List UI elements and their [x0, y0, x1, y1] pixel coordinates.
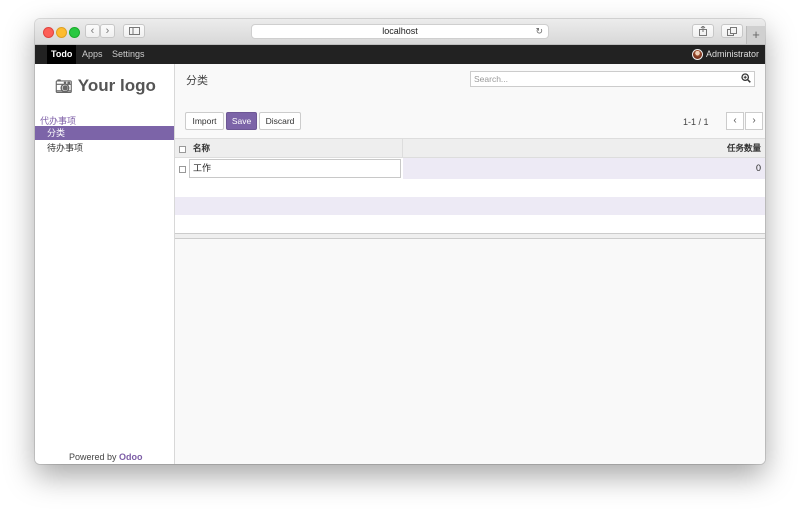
row-checkbox[interactable]: [179, 166, 186, 173]
empty-row: [175, 215, 765, 233]
user-name: Administrator: [705, 49, 759, 59]
search-input[interactable]: [471, 72, 737, 86]
pager-previous-button[interactable]: ‹: [726, 112, 744, 130]
pager-value[interactable]: 1-1 / 1: [683, 117, 709, 127]
company-logo[interactable]: 📷︎ Your logo: [55, 76, 156, 96]
url-text: localhost: [382, 26, 418, 36]
share-icon: [699, 26, 707, 36]
table-header: 名称 任务数量: [175, 138, 765, 158]
nav-item-settings[interactable]: Settings: [108, 45, 149, 64]
column-header-name[interactable]: 名称: [193, 139, 210, 159]
column-divider: [402, 139, 403, 158]
sidebar-icon: [128, 27, 140, 35]
search-box: [470, 71, 755, 87]
sidebar-item-category[interactable]: 分类: [35, 126, 174, 140]
pager-next-button[interactable]: ›: [745, 112, 763, 130]
address-bar[interactable]: localhost ↻: [251, 24, 549, 39]
minimize-window-button[interactable]: [56, 27, 67, 38]
save-button[interactable]: Save: [226, 112, 257, 130]
logo-text: Your logo: [77, 76, 156, 95]
powered-by: Powered by Odoo: [69, 452, 143, 462]
browser-titlebar: ‹ › localhost ↻ +: [35, 19, 765, 45]
camera-icon: 📷︎: [55, 77, 73, 94]
page-title: 分类: [186, 75, 208, 87]
discard-button[interactable]: Discard: [259, 112, 301, 130]
main-content: 分类 Import Save Discard 1-1 / 1 ‹ › 名称 任务…: [175, 64, 765, 464]
reload-icon[interactable]: ↻: [535, 25, 543, 38]
table-row[interactable]: 工作 0: [175, 158, 765, 179]
odoo-link[interactable]: Odoo: [119, 452, 143, 462]
zoom-window-button[interactable]: [69, 27, 80, 38]
chevron-right-icon: ›: [752, 115, 756, 126]
user-menu[interactable]: Administrator: [691, 45, 759, 64]
share-button[interactable]: [692, 24, 714, 38]
chevron-right-icon: ›: [105, 25, 110, 37]
back-button[interactable]: ‹: [85, 24, 100, 38]
search-icon[interactable]: [741, 73, 751, 86]
new-tab-button[interactable]: +: [746, 26, 765, 44]
task-count-cell: 0: [755, 163, 761, 173]
sidebar-toggle-button[interactable]: [123, 24, 145, 38]
chevron-left-icon: ‹: [90, 25, 95, 37]
import-button[interactable]: Import: [185, 112, 224, 130]
empty-row: [175, 179, 765, 197]
forward-button[interactable]: ›: [100, 24, 115, 38]
select-all-checkbox[interactable]: [179, 146, 186, 153]
empty-row: [175, 197, 765, 215]
nav-item-apps[interactable]: Apps: [78, 45, 107, 64]
tabs-icon: [727, 26, 737, 36]
name-field[interactable]: 工作: [189, 159, 401, 178]
browser-window: ‹ › localhost ↻ + Todo Apps Settings Adm…: [35, 19, 765, 464]
sidebar: 📷︎ Your logo 代办事项 分类 待办事项 Powered by Odo…: [35, 64, 175, 464]
chevron-left-icon: ‹: [733, 115, 737, 126]
column-header-count[interactable]: 任务数量: [727, 139, 761, 159]
avatar: [691, 49, 703, 60]
tabs-button[interactable]: [721, 24, 743, 38]
top-navbar: Todo Apps Settings Administrator: [35, 45, 765, 64]
nav-item-todo[interactable]: Todo: [47, 45, 77, 64]
table-footer: [175, 233, 765, 239]
sidebar-item-todos[interactable]: 待办事项: [35, 141, 174, 155]
close-window-button[interactable]: [43, 27, 54, 38]
